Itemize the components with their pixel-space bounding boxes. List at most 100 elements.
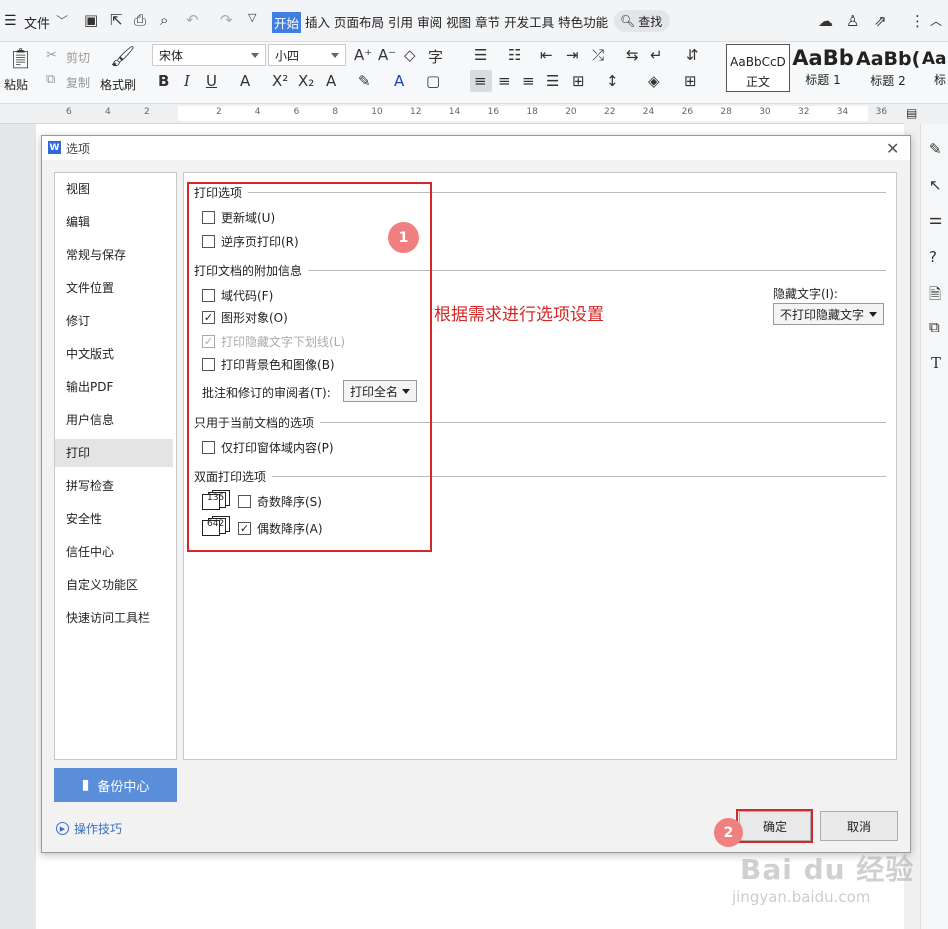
style-normal[interactable]: AaBbCcD 正文 [726,44,790,92]
outdent-icon[interactable]: ⇤ [540,46,553,64]
dialog-title-bar[interactable] [42,136,910,160]
format-painter-icon[interactable]: 🖌︎ [110,44,135,68]
nav-item-print[interactable]: 打印 [56,439,172,467]
nav-item-customize-ribbon[interactable]: 自定义功能区 [56,571,172,599]
borders-icon[interactable]: ⊞ [684,72,697,90]
align-center-icon[interactable]: ≡ [498,72,511,90]
nav-item-chinese-layout[interactable]: 中文版式 [56,340,172,368]
tab-section[interactable]: 章节 [475,12,500,33]
redo-icon[interactable]: ↷ [220,11,233,29]
tab-layout[interactable]: 页面布局 [334,12,384,33]
kebab-icon[interactable]: ⋮ [910,12,925,30]
clear-format-icon[interactable]: ◇ [404,46,416,64]
tab-references[interactable]: 引用 [388,12,413,33]
ruler-number: 16 [487,107,500,117]
nav-item-quick-access[interactable]: 快速访问工具栏 [56,604,172,632]
direction-icon[interactable]: ⇵ [686,46,699,64]
paste-icon[interactable]: 📋︎ [8,46,33,70]
nav-item-spellcheck[interactable]: 拼写检查 [56,472,172,500]
font-size-select[interactable]: 小四 [268,44,346,66]
paste-label[interactable]: 粘贴 [4,76,28,93]
edit-icon[interactable]: ✎ [929,140,942,158]
more-icon[interactable]: ▽ [248,11,256,24]
nav-item-view[interactable]: 视图 [56,175,172,203]
save-icon[interactable]: ▣ [84,11,98,29]
copy-icon[interactable]: ⧉ [46,72,55,87]
help-icon[interactable]: ? [929,248,937,266]
adjust-icon[interactable]: ⚌ [929,210,942,228]
backup-center-button[interactable]: ▮ 备份中心 [54,768,177,802]
file-menu[interactable]: 文件 [24,13,50,32]
highlight-icon[interactable]: ✎ [358,72,371,90]
toggle-marks-icon[interactable]: ⇆ [626,46,639,64]
preview-icon[interactable]: ⌕ [160,11,168,29]
close-icon[interactable]: ✕ [886,139,899,158]
font-color-icon[interactable]: A [394,72,404,90]
export-icon[interactable]: ⇱ [110,11,123,29]
numbering-icon[interactable]: ☷ [508,46,521,64]
nav-item-trust-center[interactable]: 信任中心 [56,538,172,566]
char-border-icon[interactable]: ▢ [426,72,440,90]
print-icon[interactable]: ⎙ [134,11,146,29]
indent-icon[interactable]: ⇥ [566,46,579,64]
nav-item-file-location[interactable]: 文件位置 [56,274,172,302]
font-name-select[interactable]: 宋体 [152,44,266,66]
cancel-button[interactable]: 取消 [820,811,898,841]
tab-insert[interactable]: 插入 [305,12,330,33]
paragraph-mark-icon[interactable]: ↵ [650,46,663,64]
nav-item-revision[interactable]: 修订 [56,307,172,335]
ruler-number: 4 [105,107,111,117]
ruler-number: 10 [371,107,383,117]
doc-compare-icon[interactable]: ⧉ [929,318,940,336]
italic-icon[interactable]: I [184,72,190,90]
line-spacing-icon[interactable]: ↕ [606,72,619,90]
format-painter-label[interactable]: 格式刷 [100,76,136,93]
search-box[interactable]: 🔍︎ 查找 [614,10,670,32]
superscript-icon[interactable]: X² [272,72,288,90]
hamburger-icon[interactable]: ☰ [4,13,17,29]
font-effect-icon[interactable]: A [240,72,250,90]
share-icon[interactable]: ⇗ [874,12,887,30]
bold-icon[interactable]: B [158,72,169,90]
tab-developer[interactable]: 开发工具 [504,12,554,33]
user-icon[interactable]: ♙ [846,12,859,30]
tab-start[interactable]: 开始 [272,12,302,33]
nav-item-security[interactable]: 安全性 [56,505,172,533]
grow-font-icon[interactable]: A⁺ [354,46,372,64]
cut-label[interactable]: 剪切 [66,49,90,66]
style-heading1[interactable]: AaBb 标题 1 [792,44,854,92]
nav-item-edit[interactable]: 编辑 [56,208,172,236]
style-heading3[interactable]: AaE 标 [920,44,948,92]
tab-features[interactable]: 特色功能 [558,12,608,33]
undo-icon[interactable]: ↶ [186,11,199,29]
annotation-marker-1: 1 [388,222,419,253]
text-effect-icon[interactable]: A [326,72,336,90]
doc-check-icon[interactable]: 🗎︎ [929,284,941,309]
copy-label[interactable]: 复制 [66,74,90,91]
hidden-text-select[interactable]: 不打印隐藏文字 [773,303,884,325]
shrink-font-icon[interactable]: A⁻ [378,46,396,64]
nav-item-general-save[interactable]: 常规与保存 [56,241,172,269]
align-right-icon[interactable]: ≡ [522,72,535,90]
tab-review[interactable]: 审阅 [417,12,442,33]
text-icon[interactable]: T [931,354,941,372]
underline-icon[interactable]: U [206,72,217,90]
cut-icon[interactable]: ✂ [46,48,57,63]
bullets-icon[interactable]: ☰ [474,46,487,64]
tab-view[interactable]: 视图 [446,12,471,33]
style-heading2[interactable]: AaBb( 标题 2 [856,44,920,92]
ruler-toggle-icon[interactable]: ▤ [906,106,917,120]
tips-link[interactable]: ▶ 操作技巧 [56,820,122,837]
phonetic-icon[interactable]: 字 [428,46,443,67]
collapse-icon[interactable]: ︿ [930,12,942,29]
shading-icon[interactable]: ◈ [648,72,660,90]
style-gallery: AaBbCcD 正文 AaBb 标题 1 AaBb( 标题 2 AaE 标 [722,42,948,94]
nav-item-user-info[interactable]: 用户信息 [56,406,172,434]
cloud-icon[interactable]: ☁ [818,12,833,30]
subscript-icon[interactable]: X₂ [298,72,314,90]
sort-icon[interactable]: ⤮ [592,46,604,64]
distribute-icon[interactable]: ⊞ [572,72,585,90]
nav-item-export-pdf[interactable]: 输出PDF [56,373,172,401]
cursor-icon[interactable]: ↖ [929,176,942,194]
justify-icon[interactable]: ☰ [546,72,559,90]
